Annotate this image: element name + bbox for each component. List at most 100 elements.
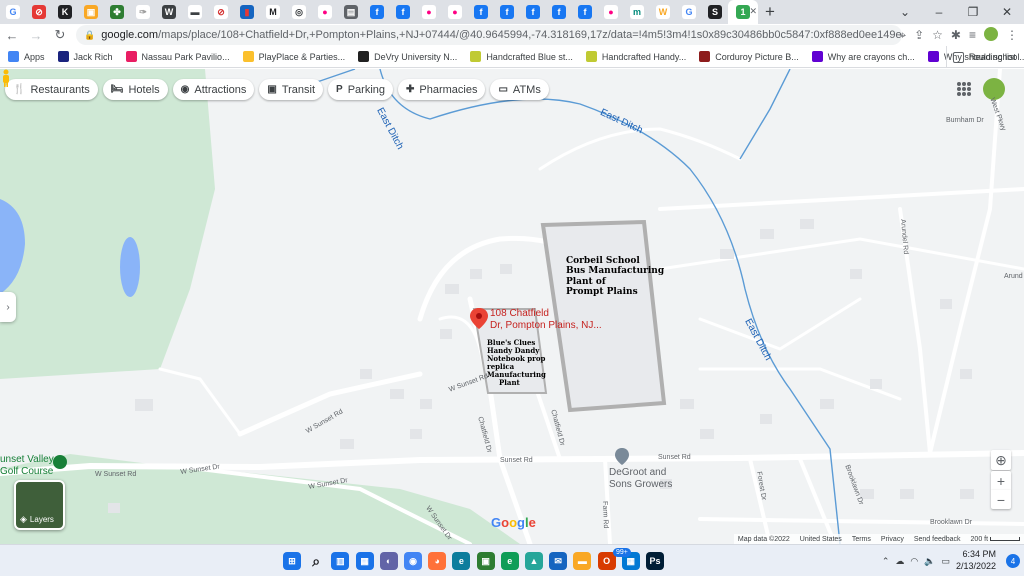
chip-pharmacies[interactable]: ✚ Pharmacies: [398, 79, 486, 100]
layers-button[interactable]: ◈ Layers: [14, 480, 65, 530]
chevron-up-icon[interactable]: ⌃: [882, 556, 890, 567]
terms-link[interactable]: Terms: [852, 536, 871, 543]
chip-atms[interactable]: ▭ ATMs: [490, 79, 549, 100]
back-button[interactable]: ←: [0, 28, 24, 43]
browser-tab[interactable]: f: [468, 0, 494, 24]
browser-tab[interactable]: ▤: [338, 0, 364, 24]
browser-tab[interactable]: ●: [416, 0, 442, 24]
scale-control[interactable]: 200 ft: [971, 536, 1020, 543]
close-tab-icon[interactable]: ✕: [749, 6, 757, 17]
browser-tab[interactable]: M: [260, 0, 286, 24]
share-icon[interactable]: ⇪: [914, 28, 924, 42]
browser-tab[interactable]: ●: [312, 0, 338, 24]
photoshop-icon[interactable]: Ps: [646, 552, 664, 570]
google-apps-icon[interactable]: [957, 82, 971, 96]
browser-tab[interactable]: ✤: [104, 0, 130, 24]
bookmark-item[interactable]: PlayPlace & Parties...: [242, 51, 345, 62]
browser-tab[interactable]: K: [52, 0, 78, 24]
forward-button[interactable]: →: [24, 28, 48, 43]
golf-poi-icon[interactable]: [53, 455, 67, 469]
lock-icon[interactable]: 🔒: [84, 30, 95, 41]
windows-start-icon[interactable]: ⊞: [283, 552, 301, 570]
search-icon[interactable]: ⌕: [307, 552, 326, 570]
bookmark-item[interactable]: Nassau Park Pavilio...: [125, 51, 230, 62]
maximize-button[interactable]: ❐: [956, 0, 990, 24]
edge-icon[interactable]: e: [452, 552, 471, 570]
browser-tab[interactable]: f: [546, 0, 572, 24]
chip-transit[interactable]: ▣ Transit: [259, 79, 324, 100]
reload-button[interactable]: ↻: [48, 27, 72, 43]
browser-tab[interactable]: W: [156, 0, 182, 24]
send-feedback-link[interactable]: Send feedback: [914, 536, 961, 543]
file-explorer-icon[interactable]: ▬: [573, 552, 592, 570]
pegman-icon[interactable]: [0, 69, 12, 87]
bookmark-star-icon[interactable]: ☆: [932, 28, 943, 42]
my-location-button[interactable]: ⊕: [991, 450, 1011, 470]
browser-tab[interactable]: f: [390, 0, 416, 24]
edge-dev-icon[interactable]: e: [500, 552, 519, 570]
wifi-icon[interactable]: ◠: [910, 556, 918, 567]
bookmark-item[interactable]: Why are crayons ch...: [811, 51, 915, 62]
address-bar[interactable]: 🔒 google.com/maps/place/108+Chatfield+Dr…: [76, 25, 902, 45]
teams-chat-icon[interactable]: ◐: [379, 552, 398, 570]
browser-tab[interactable]: f: [572, 0, 598, 24]
browser-tab[interactable]: f: [520, 0, 546, 24]
country-link[interactable]: United States: [800, 536, 842, 543]
browser-tab[interactable]: ●: [598, 0, 624, 24]
browser-tab[interactable]: ◎: [286, 0, 312, 24]
expand-panel-button[interactable]: ›: [0, 292, 16, 322]
browser-tab[interactable]: G: [0, 0, 26, 24]
bookmark-item[interactable]: Handcrafted Handy...: [585, 51, 686, 62]
bookmark-item[interactable]: Apps: [8, 51, 45, 62]
browser-tab[interactable]: ▬: [182, 0, 208, 24]
android-icon[interactable]: ▣: [476, 552, 495, 570]
bookmark-item[interactable]: Handcrafted Blue st...: [470, 51, 573, 62]
browser-tab[interactable]: ▣: [78, 0, 104, 24]
bookmark-item[interactable]: DeVry University N...: [358, 51, 457, 62]
notification-center-icon[interactable]: 4: [1006, 554, 1020, 568]
browser-tab[interactable]: m: [624, 0, 650, 24]
clock[interactable]: 6:34 PM 2/13/2022: [956, 549, 996, 572]
battery-icon[interactable]: ▭: [941, 556, 950, 567]
browser-tab[interactable]: f: [494, 0, 520, 24]
bookmark-item[interactable]: Corduroy Picture B...: [699, 51, 799, 62]
minimize-button[interactable]: –: [922, 0, 956, 24]
browser-tab[interactable]: ⊘: [26, 0, 52, 24]
browser-tab[interactable]: S: [702, 0, 728, 24]
chip-hotels[interactable]: 🛏 Hotels: [102, 79, 168, 100]
weather-icon[interactable]: ☁: [895, 556, 904, 567]
menu-dots-icon[interactable]: ⋮: [1006, 28, 1018, 42]
poi-degroot[interactable]: DeGroot and Sons Growers: [609, 467, 672, 491]
active-tab[interactable]: 1 ✕: [728, 0, 758, 24]
chip-attractions[interactable]: ◉ Attractions: [172, 79, 255, 100]
chip-parking[interactable]: P Parking: [328, 79, 393, 100]
pin-label[interactable]: 108 Chatfield Dr, Pompton Plains, NJ...: [490, 308, 610, 331]
location-icon[interactable]: ⌖: [899, 28, 906, 43]
task-view-icon[interactable]: ▥: [331, 552, 350, 570]
mail-icon[interactable]: ✉: [549, 552, 568, 570]
firefox-icon[interactable]: ◕: [428, 552, 447, 570]
browser-tab[interactable]: ✑: [130, 0, 156, 24]
poi-golf[interactable]: unset Valley Golf Course: [0, 454, 54, 478]
volume-icon[interactable]: 🔈: [924, 556, 935, 567]
browser-tab[interactable]: ⊘: [208, 0, 234, 24]
browser-tab[interactable]: G: [676, 0, 702, 24]
browser-tab[interactable]: f: [364, 0, 390, 24]
reading-list-button[interactable]: Reading list: [945, 46, 1016, 67]
zoom-out-button[interactable]: −: [991, 490, 1011, 509]
privacy-link[interactable]: Privacy: [881, 536, 904, 543]
bookmark-item[interactable]: Jack Rich: [57, 51, 113, 62]
chip-restaurants[interactable]: 🍴 Restaurants: [5, 79, 98, 100]
browser-tab[interactable]: W: [650, 0, 676, 24]
close-window-button[interactable]: ✕: [990, 0, 1024, 24]
zoom-in-button[interactable]: +: [991, 471, 1011, 490]
browser-tab[interactable]: ●: [442, 0, 468, 24]
chevron-down-icon[interactable]: ⌄: [888, 0, 922, 24]
extensions-puzzle-icon[interactable]: ✱: [951, 28, 961, 42]
browser-tab[interactable]: ▮: [234, 0, 260, 24]
profile-avatar[interactable]: [984, 26, 998, 44]
poi-pin[interactable]: [615, 448, 629, 465]
new-tab-button[interactable]: +: [758, 2, 782, 22]
map-canvas[interactable]: 🍴 Restaurants 🛏 Hotels ◉ Attractions ▣ Transit P…: [0, 69, 1024, 544]
media-icon[interactable]: ≡: [969, 28, 976, 42]
